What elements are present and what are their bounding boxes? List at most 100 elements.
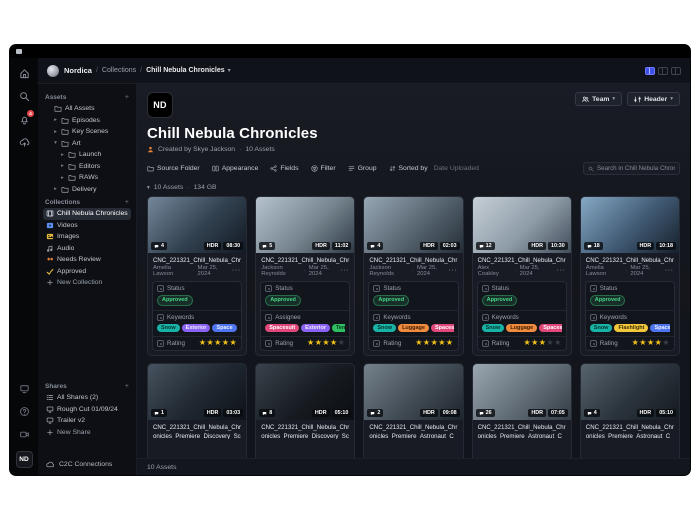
asset-thumbnail[interactable]: 4 HDR 08:30 [148,197,247,253]
comment-count-badge[interactable]: 4 [367,242,384,250]
breadcrumb-workspace[interactable]: Nordica [64,66,92,75]
sidebar-item-editors[interactable]: ▸ Editors [43,161,131,173]
asset-thumbnail[interactable]: 2 HDR 09:08 [364,364,463,420]
asset-filename[interactable]: CNC_221321_Chill_Nebula_Chronicles_Premi… [473,253,571,264]
tags-field[interactable]: AssigneeSpacesuitExteriorTent+3 [261,311,350,337]
comment-count-badge[interactable]: 5 [259,242,276,250]
star-icon[interactable]: ★ [438,338,446,347]
devices-icon[interactable] [18,382,30,394]
group-summary-row[interactable]: ▾ 10 Assets · 134 GB [147,184,680,191]
asset-card[interactable]: 4 HDR08:30 CNC_221321_Chill_Nebula_Chronic… [147,196,248,356]
star-icon[interactable]: ★ [230,338,238,347]
status-field[interactable]: Status Approved [261,282,350,311]
rating-field[interactable]: Rating ★★★★★ [478,337,566,350]
notifications-icon[interactable]: 4 [18,110,34,125]
chevron-down-icon[interactable]: ▾ [228,67,231,74]
star-icon[interactable]: ★ [662,338,670,347]
chevron-right-icon[interactable]: ▸ [60,163,65,169]
sort-button[interactable]: Sorted by Date Uploaded [389,165,479,172]
star-icon[interactable]: ★ [423,338,431,347]
tag-pill[interactable]: Flashlight [614,323,649,332]
tag-pill[interactable]: Spacesuit [539,323,562,332]
sidebar-item-approved[interactable]: Approved [43,266,131,278]
comment-count-badge[interactable]: 4 [583,409,600,417]
star-icon[interactable]: ★ [523,338,531,347]
more-options-icon[interactable]: ··· [665,268,674,274]
star-icon[interactable]: ★ [554,338,562,347]
sidebar-item-art[interactable]: ▾ Art [43,138,131,150]
star-rating[interactable]: ★★★★★ [199,339,237,347]
header-button[interactable]: Header ▾ [627,92,680,106]
rating-field[interactable]: Rating ★★★★★ [153,337,241,350]
chevron-right-icon[interactable]: ▸ [53,117,58,123]
tag-pill[interactable]: Space [650,323,670,332]
group-button[interactable]: Group [348,165,377,172]
status-pill[interactable]: Approved [589,295,626,306]
appearance-button[interactable]: Appearance [212,165,258,172]
chevron-down-icon[interactable]: ▾ [53,140,58,146]
home-icon[interactable] [18,67,30,79]
star-icon[interactable]: ★ [330,338,338,347]
tag-pill[interactable]: Spacesuit [430,323,454,332]
help-icon[interactable] [18,405,30,417]
asset-filename[interactable]: CNC_221321_Chill_Nebula_Chronicles_Premi… [581,420,679,439]
asset-filename[interactable]: CNC_221321_Chill_Nebula_Chronicles_Premi… [473,420,571,439]
sidebar-item-new-share[interactable]: New Share [43,426,131,438]
star-icon[interactable]: ★ [214,338,222,347]
user-avatar[interactable]: ND [15,451,33,468]
sidebar-item-launch[interactable]: ▸ Launch [43,149,131,161]
breadcrumb-current[interactable]: Chill Nebula Chronicles [146,67,225,74]
status-field[interactable]: Status Approved [477,282,566,311]
asset-filename[interactable]: CNC_221321_Chill_Nebula_Chronicles_Premi… [581,253,679,264]
asset-card[interactable]: 5 HDR11:02 CNC_221321_Chill_Nebula_Chronic… [255,196,356,356]
asset-card[interactable]: 4 HDR 05:10 CNC_221321_Chill_Nebula_Chronic… [579,363,680,458]
star-icon[interactable]: ★ [647,338,655,347]
sidebar-item-all-shares-2-[interactable]: All Shares (2) [43,392,131,404]
asset-thumbnail[interactable]: 8 HDR 05:10 [256,364,355,420]
chevron-right-icon[interactable]: ▸ [60,152,65,158]
star-rating[interactable]: ★★★★★ [307,339,345,347]
panel-toggle-left-icon[interactable] [645,66,655,75]
star-icon[interactable]: ★ [639,338,647,347]
asset-filename[interactable]: CNC_221321_Chill_Nebula_Chronicles_Premi… [256,253,354,264]
breadcrumb-section[interactable]: Collections [102,67,136,74]
star-icon[interactable]: ★ [222,338,230,347]
sidebar-item-rough-cut-01-09-24[interactable]: Rough Cut 01/09/24 [43,403,131,415]
tag-pill[interactable]: Exterior [181,323,211,332]
asset-card[interactable]: 26 HDR 07:05 CNC_221321_Chill_Nebula_Chroni… [471,363,572,458]
tag-pill[interactable]: Luggage [506,323,538,332]
sidebar-item-new-collection[interactable]: New Collection [43,277,131,289]
status-pill[interactable]: Approved [265,295,301,306]
add-icon[interactable]: + [125,94,129,101]
add-icon[interactable]: + [125,199,129,206]
asset-card[interactable]: 4 HDR02:03 CNC_221321_Chill_Nebula_Chronic… [363,196,464,356]
source-folder-button[interactable]: Source Folder [147,165,200,172]
fields-button[interactable]: Fields [270,165,299,172]
comment-count-badge[interactable]: 8 [259,409,276,417]
comment-count-badge[interactable]: 12 [475,242,495,250]
sidebar-item-all-assets[interactable]: All Assets [43,103,131,115]
camera-icon[interactable] [18,428,30,440]
star-icon[interactable]: ★ [415,338,423,347]
chevron-right-icon[interactable]: ▸ [53,129,58,135]
comment-count-badge[interactable]: 18 [583,242,603,250]
rating-field[interactable]: Rating ★★★★★ [586,337,674,350]
tag-pill[interactable]: Exterior [301,323,330,332]
sidebar-item-c2c-connections[interactable]: C2C Connections [43,457,131,470]
status-pill[interactable]: Approved [481,295,518,306]
tag-pill[interactable]: Snow [481,323,505,332]
asset-thumbnail[interactable]: 26 HDR 07:05 [472,364,571,420]
tags-field[interactable]: KeywordsSnowFlashlightSpace+3 [585,311,674,337]
asset-card[interactable]: 18 HDR10:18 CNC_221321_Chill_Nebula_Chroni… [579,196,680,356]
asset-thumbnail[interactable]: 4 HDR 02:03 [364,197,463,253]
comment-count-badge[interactable]: 2 [367,409,384,417]
tag-pill[interactable]: Spacesuit [265,323,300,332]
star-icon[interactable]: ★ [338,338,346,347]
asset-thumbnail[interactable]: 18 HDR 10:18 [580,197,679,253]
comment-count-badge[interactable]: 1 [151,409,167,417]
star-rating[interactable]: ★★★★★ [632,339,670,347]
asset-card[interactable]: 1 HDR 03:03 CNC_221321_Chill_Nebula_Chronic… [147,363,248,458]
search-icon[interactable] [18,90,30,102]
star-rating[interactable]: ★★★★★ [415,339,453,347]
asset-card[interactable]: 8 HDR 05:10 CNC_221321_Chill_Nebula_Chronic… [255,363,356,458]
